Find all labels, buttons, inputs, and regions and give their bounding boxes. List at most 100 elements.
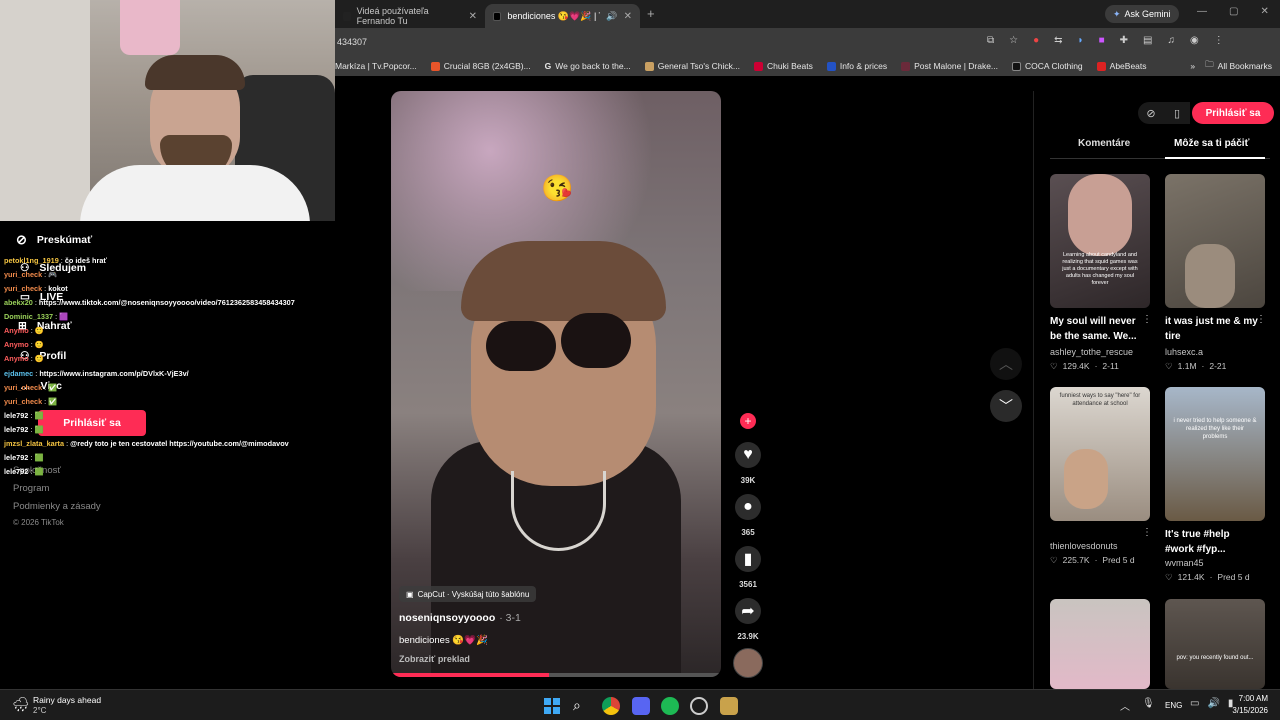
windows-start-icon[interactable] — [543, 697, 561, 715]
obs-icon[interactable] — [690, 697, 708, 715]
bookmarks-overflow-icon[interactable]: » — [1190, 61, 1195, 71]
chat-username[interactable]: lele792 — [4, 467, 28, 476]
search-icon[interactable]: ⌕ — [573, 697, 591, 715]
chat-username[interactable]: abekx20 — [4, 298, 33, 307]
maximize-icon[interactable]: ▢ — [1229, 6, 1238, 17]
close-tab-icon[interactable]: ✕ — [624, 11, 632, 22]
sidepanel-icon[interactable]: ▤ — [1143, 35, 1152, 46]
translate-link[interactable]: Zobraziť preklad — [399, 654, 470, 664]
chat-username[interactable]: Dominic_1337 — [4, 312, 53, 321]
video-card-thumbnail[interactable]: Learning about candyland and realizing t… — [1050, 174, 1150, 308]
bookmark-item[interactable]: G We go back to the... — [545, 61, 631, 71]
chevron-up-icon[interactable]: ︿ — [1120, 698, 1130, 713]
video-card-author[interactable]: wvman45 — [1165, 558, 1204, 568]
author-avatar[interactable] — [733, 648, 763, 678]
chat-username[interactable]: lele792 — [4, 453, 28, 462]
video-card-thumbnail[interactable]: funniest ways to say "here" for attendan… — [1050, 387, 1150, 521]
card-more-icon[interactable]: ⋮ — [1142, 527, 1152, 538]
spotify-icon[interactable] — [661, 697, 679, 715]
bookmark-item[interactable]: COCA Clothing — [1012, 61, 1083, 71]
video-card-thumbnail[interactable] — [1050, 599, 1150, 689]
audio-icon[interactable]: 🔊 — [606, 11, 617, 22]
profile-avatar[interactable]: ◉ — [1190, 35, 1199, 46]
progress-track[interactable] — [391, 673, 721, 677]
chat-username[interactable]: Anymo — [4, 340, 29, 349]
clock-time[interactable]: 7:00 AM — [1236, 694, 1268, 703]
comment-button[interactable]: ● — [735, 494, 761, 520]
follow-plus-button[interactable]: + — [740, 413, 756, 429]
extension-icon[interactable]: ◗ — [1078, 35, 1084, 46]
tab-you-may-like[interactable]: Môže sa ti páčiť — [1174, 138, 1249, 149]
chat-username[interactable]: lele792 — [4, 425, 28, 434]
chat-username[interactable]: jmzsl_zlata_karta — [4, 439, 64, 448]
discord-icon[interactable] — [632, 697, 650, 715]
video-author[interactable]: noseniqnsoyyoooo — [399, 612, 495, 624]
bookmark-item[interactable]: Info & prices — [826, 61, 887, 71]
chat-username[interactable]: lele792 — [4, 411, 28, 420]
bookmark-item[interactable]: Crucial 8GB (2x4GB)... — [430, 61, 531, 71]
video-card-thumbnail[interactable]: i never tried to help someone & realized… — [1165, 387, 1265, 521]
close-tab-icon[interactable]: ✕ — [469, 11, 477, 22]
ask-gemini-button[interactable]: ✦ Ask Gemini — [1105, 5, 1179, 23]
previous-video-button[interactable]: ︿ — [990, 348, 1022, 380]
network-icon[interactable]: ▭ — [1190, 698, 1199, 709]
video-card-author[interactable]: ashley_tothe_rescue — [1050, 347, 1133, 357]
sidebar-login-button[interactable]: Prihlásiť sa — [38, 410, 146, 436]
volume-icon[interactable]: 🔊 — [1207, 698, 1219, 709]
capcut-template-badge[interactable]: ▣ CapCut · Vyskúšaj túto šablónu — [399, 586, 537, 602]
minimize-icon[interactable]: — — [1197, 6, 1207, 17]
save-button[interactable]: ▮ — [735, 546, 761, 572]
bookmark-item[interactable]: Post Malone | Drake... — [901, 61, 998, 71]
new-tab-button[interactable]: + — [647, 6, 655, 21]
next-video-button[interactable]: ﹀ — [990, 390, 1022, 422]
bookmark-item[interactable]: General Tso's Chick... — [644, 61, 740, 71]
bookmark-item[interactable]: Chuki Beats — [753, 61, 813, 71]
chat-username[interactable]: ejdamec — [4, 369, 33, 378]
media-icon[interactable]: ♫ — [1167, 35, 1175, 46]
video-card-title[interactable]: it was just me & my tire — [1165, 314, 1261, 344]
share-button[interactable]: ➦ — [735, 598, 761, 624]
weather-title[interactable]: Rainy days ahead — [33, 695, 101, 705]
device-icon[interactable]: ▯ — [1164, 102, 1190, 124]
chrome-icon[interactable] — [602, 697, 620, 715]
video-card-title[interactable]: It's true #help #work #fyp... — [1165, 527, 1261, 557]
chat-username[interactable]: yuri_check — [4, 397, 42, 406]
video-card-author[interactable]: thienlovesdonuts — [1050, 541, 1118, 551]
video-player[interactable]: 😘 ▣ CapCut · Vyskúšaj túto šablónu noseni… — [391, 91, 721, 677]
extension-icon[interactable]: ⇆ — [1054, 35, 1062, 46]
menu-kebab-icon[interactable]: ⋮ — [1214, 35, 1224, 46]
header-login-button[interactable]: Prihlásiť sa — [1192, 102, 1274, 124]
compass-icon[interactable]: ⊘ — [1138, 102, 1164, 124]
video-card-thumbnail[interactable] — [1165, 174, 1265, 308]
like-button[interactable]: ♥ — [735, 442, 761, 468]
chat-username[interactable]: petokl1ng_1919 — [4, 256, 59, 265]
tab-bendiciones[interactable]: bendiciones 😘💗🎉 | Tik 🔊 ✕ — [485, 4, 640, 28]
chat-username[interactable]: yuri_check — [4, 270, 42, 279]
url-field[interactable]: 434307 — [335, 32, 985, 52]
install-icon[interactable]: ⧉ — [987, 35, 994, 46]
chat-username[interactable]: Anymo — [4, 326, 29, 335]
chat-username[interactable]: yuri_check — [4, 383, 42, 392]
close-window-icon[interactable]: ✕ — [1260, 6, 1268, 17]
sidebar-item-explore[interactable]: ⊘ Preskúmať — [16, 232, 92, 248]
video-card-title[interactable]: My soul will never be the same. We... — [1050, 314, 1146, 344]
card-more-icon[interactable]: ⋮ — [1256, 314, 1266, 325]
microphone-icon[interactable]: 🎙 — [1142, 698, 1155, 713]
clock-date[interactable]: 3/15/2026 — [1226, 706, 1268, 715]
extensions-puzzle-icon[interactable]: ✚ — [1120, 35, 1128, 46]
footer-link[interactable]: Program — [13, 483, 49, 494]
star-icon[interactable]: ☆ — [1009, 35, 1018, 46]
video-card-thumbnail[interactable]: pov: you recently found out... — [1165, 599, 1265, 689]
bookmark-item[interactable]: Markíza | Tv.Popcor... — [335, 61, 417, 71]
all-bookmarks-button[interactable]: 🗀 All Bookmarks — [1205, 59, 1272, 73]
video-card-author[interactable]: luhsexc.a — [1165, 347, 1203, 357]
chat-username[interactable]: Anymo — [4, 354, 29, 363]
language-indicator[interactable]: ENG — [1165, 701, 1182, 710]
tab-fernando[interactable]: Videá používateľa Fernando Tu ✕ — [335, 4, 485, 28]
chat-username[interactable]: yuri_check — [4, 284, 42, 293]
footer-link[interactable]: Podmienky a zásady — [13, 501, 101, 512]
app-icon[interactable] — [720, 697, 738, 715]
extension-icon[interactable]: ■ — [1099, 35, 1105, 46]
extension-icon[interactable]: ● — [1033, 35, 1039, 46]
card-more-icon[interactable]: ⋮ — [1142, 314, 1152, 325]
